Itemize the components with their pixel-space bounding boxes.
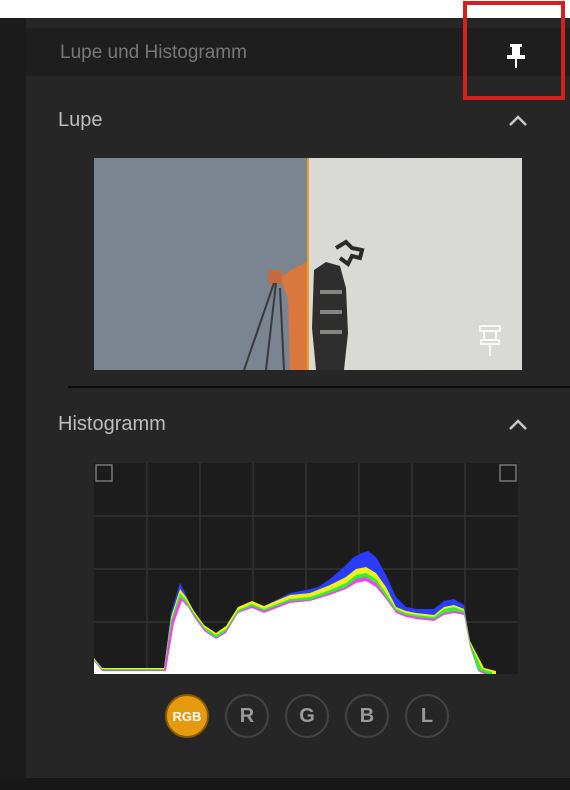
- section-divider: [68, 386, 570, 388]
- highlight-clipping-indicator[interactable]: [499, 464, 517, 482]
- chevron-up-icon: [509, 419, 527, 430]
- channel-r-button[interactable]: R: [225, 694, 269, 738]
- chevron-up-icon: [509, 115, 527, 126]
- channel-rgb-button[interactable]: RGB: [165, 694, 209, 738]
- channel-selector: RGB R G B L: [162, 694, 462, 742]
- loupe-preview[interactable]: [94, 158, 522, 370]
- loupe-before-image: [94, 158, 308, 370]
- histogram: [94, 463, 518, 674]
- histogram-section-title: Histogramm: [58, 413, 166, 435]
- bottom-edge: [0, 778, 570, 790]
- channel-b-button[interactable]: B: [345, 694, 389, 738]
- panel-title: Lupe und Histogramm: [60, 42, 247, 63]
- loupe-collapse-button[interactable]: [506, 112, 530, 128]
- channel-l-button[interactable]: L: [405, 694, 449, 738]
- shadow-clipping-indicator[interactable]: [95, 464, 113, 482]
- highlight-box: [463, 1, 565, 100]
- histogram-collapse-button[interactable]: [506, 416, 530, 432]
- loupe-section-title: Lupe: [58, 109, 103, 131]
- left-strip: [0, 18, 26, 790]
- channel-g-button[interactable]: G: [285, 694, 329, 738]
